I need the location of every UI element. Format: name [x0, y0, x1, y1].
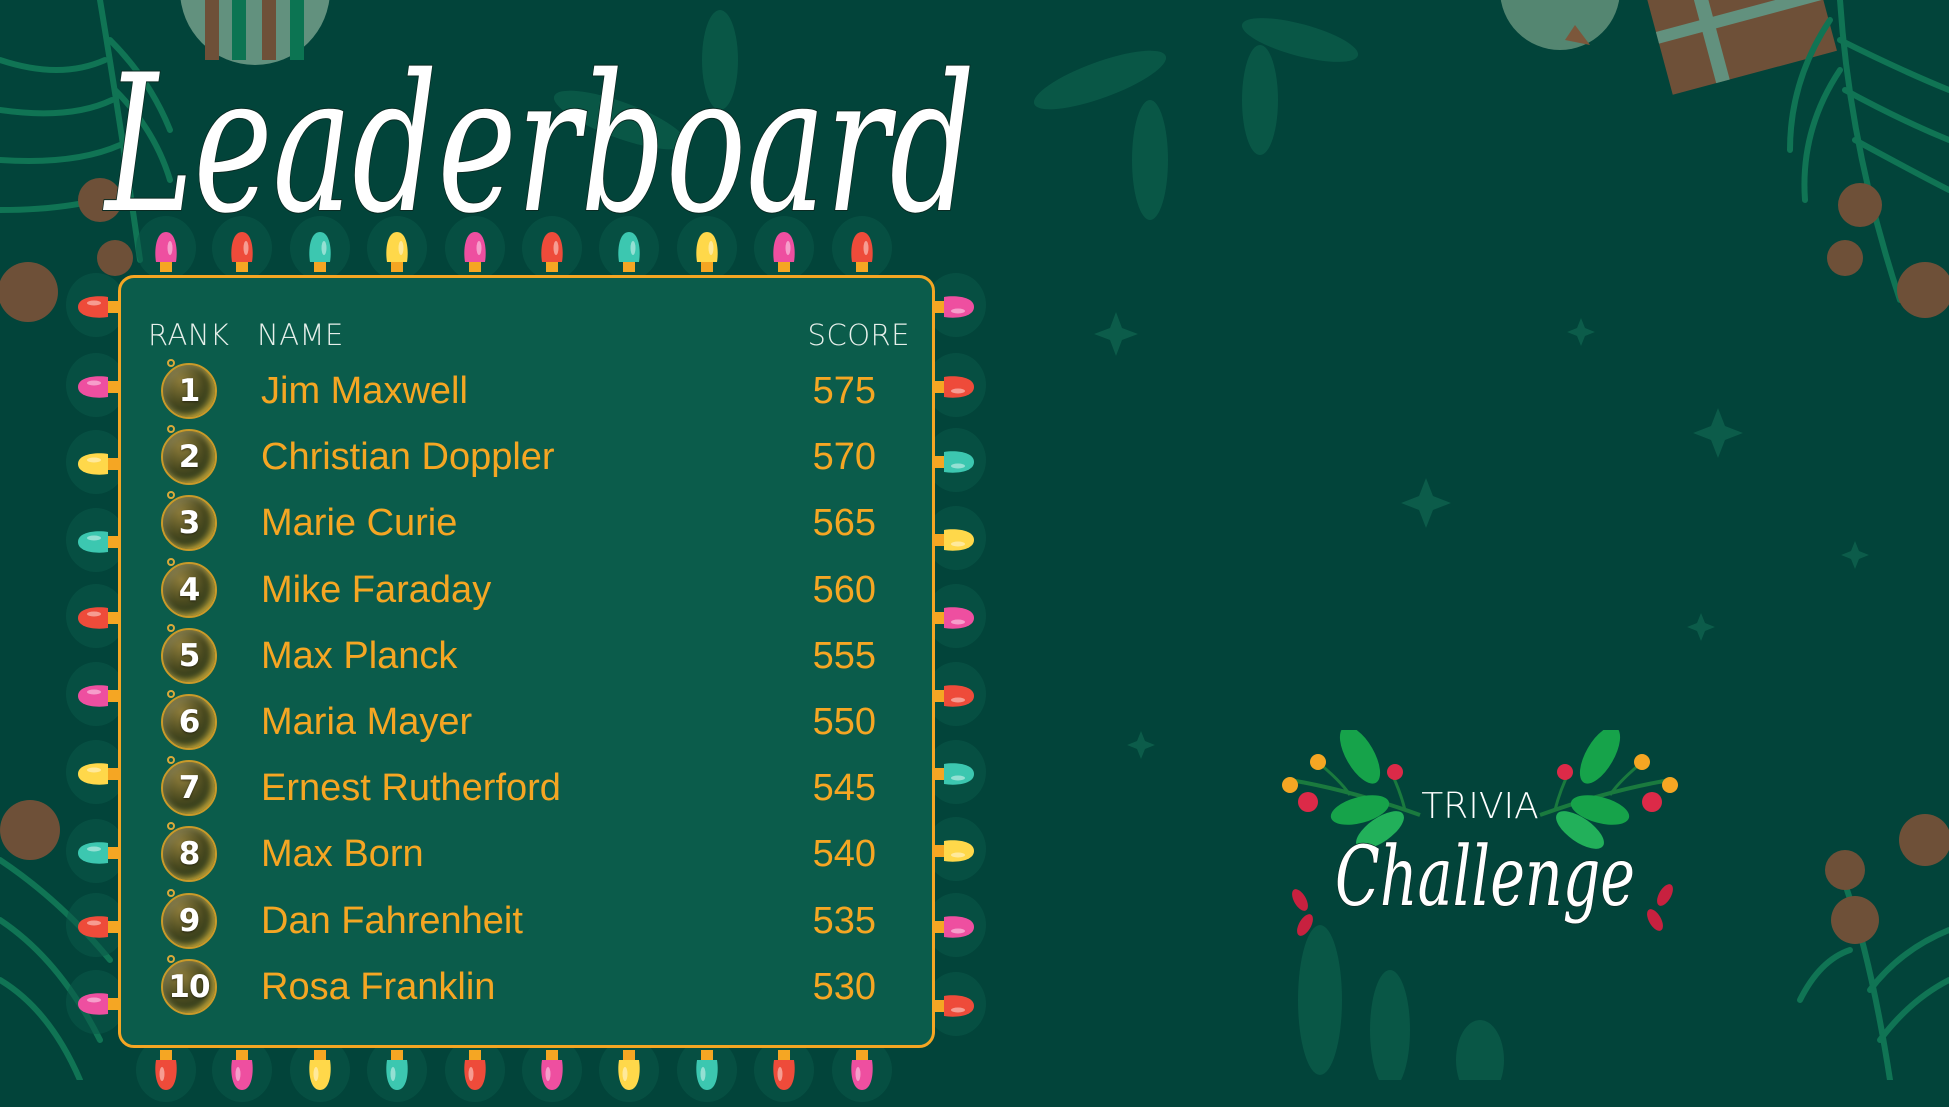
rank-badge-ornament-icon: 1 [161, 359, 217, 419]
player-name: Ernest Rutherford [261, 767, 561, 810]
player-score: 570 [812, 436, 876, 479]
player-score: 565 [812, 502, 876, 545]
rank-number: 5 [178, 637, 201, 674]
rank-number: 6 [178, 704, 201, 740]
player-name: Mike Faraday [261, 568, 492, 611]
player-score: 545 [812, 767, 876, 810]
player-score: 550 [812, 701, 876, 743]
column-header-score: SCORE [807, 318, 910, 352]
table-row: 3 Marie Curie 565 [121, 491, 932, 554]
rank-number: 3 [178, 505, 201, 542]
gift-box-decoration-icon [1644, 0, 1837, 95]
rank-number: 9 [178, 902, 201, 939]
rank-badge-ornament-icon: 2 [161, 425, 217, 486]
rank-number: 2 [178, 439, 201, 476]
rank-number: 7 [178, 770, 201, 807]
ornament-decoration-icon [1500, 0, 1620, 50]
rank-badge-ornament-icon: 4 [161, 557, 217, 618]
player-name: Dan Fahrenheit [261, 899, 523, 942]
player-score: 540 [812, 833, 876, 876]
leaderboard-table: RANK NAME SCORE 1 Jim Maxwell 575 2 Christia… [118, 275, 935, 1048]
rank-badge-ornament-icon: 6 [161, 690, 217, 750]
player-name: Jim Maxwell [261, 370, 468, 412]
player-name: Rosa Franklin [261, 965, 496, 1008]
table-row: 5 Max Planck 555 [121, 623, 932, 687]
player-name: Maria Mayer [261, 701, 473, 743]
column-header-name: NAME [257, 318, 344, 352]
rank-badge-ornament-icon: 9 [161, 888, 217, 949]
table-row: 1 Jim Maxwell 575 [121, 359, 932, 422]
rank-badge-ornament-icon: 7 [161, 756, 217, 817]
logo-trivia-text: TRIVIA [1421, 786, 1539, 827]
player-score: 560 [812, 568, 876, 611]
player-score: 575 [812, 370, 876, 412]
table-row: 7 Ernest Rutherford 545 [121, 756, 932, 819]
rank-number: 4 [178, 571, 201, 608]
rank-number: 10 [168, 968, 210, 1005]
player-name: Max Born [261, 833, 424, 876]
player-name: Max Planck [261, 634, 458, 677]
logo-challenge-text: Challenge [1335, 830, 1635, 925]
trivia-challenge-logo: TRIVIA Challenge [1282, 730, 1678, 936]
rank-number: 1 [178, 373, 201, 409]
table-row: 4 Mike Faraday 560 [121, 557, 932, 621]
table-row: 8 Max Born 540 [121, 822, 932, 885]
player-score: 530 [812, 965, 876, 1008]
table-row: 6 Maria Mayer 550 [121, 690, 932, 753]
player-name: Christian Doppler [261, 436, 555, 479]
player-score: 555 [812, 634, 876, 677]
rank-badge-ornament-icon: 3 [161, 491, 217, 552]
column-header-rank: RANK [148, 318, 230, 352]
rank-number: 8 [178, 836, 201, 873]
rank-badge-ornament-icon: 8 [161, 822, 217, 883]
rank-badge-ornament-icon: 5 [161, 623, 217, 684]
player-score: 535 [812, 899, 876, 942]
player-name: Marie Curie [261, 502, 458, 545]
table-row: 9 Dan Fahrenheit 535 [121, 888, 932, 952]
sparkle-decoration-icon [1094, 312, 1869, 759]
rank-badge-ornament-icon: 10 [161, 954, 217, 1015]
table-row: 2 Christian Doppler 570 [121, 425, 932, 488]
table-row: 10 Rosa Franklin 530 [121, 954, 932, 1018]
